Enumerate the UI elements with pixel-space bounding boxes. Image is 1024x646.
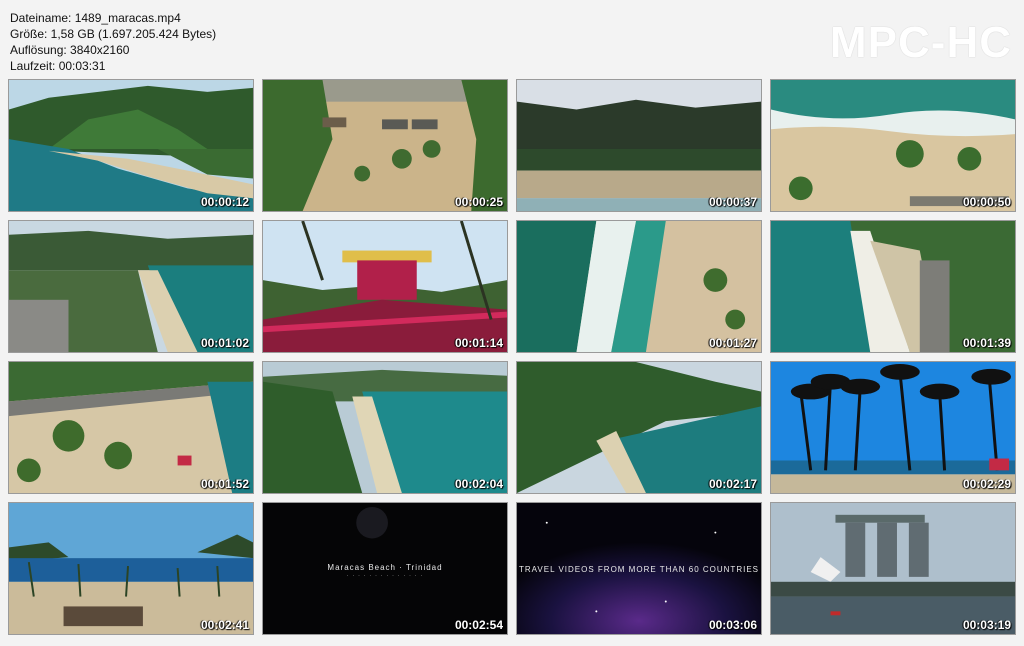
thumbnail-image	[771, 362, 1015, 493]
thumbnail-image	[263, 362, 507, 493]
timestamp: 00:00:50	[962, 195, 1011, 209]
thumbnail-16[interactable]: 00:03:19	[770, 502, 1016, 635]
title-subcaption: · · · · · · · · · · · · · ·	[346, 573, 424, 579]
duration-line: Laufzeit: 00:03:31	[10, 59, 106, 73]
timestamp: 00:03:19	[962, 618, 1011, 632]
thumbnail-image	[263, 80, 507, 211]
thumbnail-6[interactable]: 00:01:14	[262, 220, 508, 353]
thumbnail-3[interactable]: 00:00:37	[516, 79, 762, 212]
thumbnail-image	[517, 362, 761, 493]
timestamp: 00:01:52	[200, 477, 249, 491]
size-line: Größe: 1,58 GB (1.697.205.424 Bytes)	[10, 27, 217, 41]
timestamp: 00:00:37	[708, 195, 757, 209]
thumbnail-image	[263, 221, 507, 352]
file-info: Dateiname: 1489_maracas.mp4 Größe: 1,58 …	[10, 10, 216, 74]
timestamp: 00:02:17	[708, 477, 757, 491]
thumbnail-image	[771, 80, 1015, 211]
thumbnail-8[interactable]: 00:01:39	[770, 220, 1016, 353]
thumbnail-image	[9, 221, 253, 352]
thumbnail-1[interactable]: 00:00:12	[8, 79, 254, 212]
thumbnail-5[interactable]: 00:01:02	[8, 220, 254, 353]
thumbnail-12[interactable]: 00:02:29	[770, 361, 1016, 494]
timestamp: 00:02:54	[454, 618, 503, 632]
timestamp: 00:01:14	[454, 336, 503, 350]
thumbnail-7[interactable]: 00:01:27	[516, 220, 762, 353]
timestamp: 00:01:02	[200, 336, 249, 350]
thumbnail-image	[771, 221, 1015, 352]
thumbnail-image	[9, 362, 253, 493]
title-caption: Maracas Beach · Trinidad	[327, 563, 443, 572]
thumbnail-2[interactable]: 00:00:25	[262, 79, 508, 212]
timestamp: 00:02:29	[962, 477, 1011, 491]
thumbnail-grid: 00:00:12 00:00:25 00:00:37 00:00:50 00:0…	[8, 79, 1018, 639]
timestamp: 00:01:39	[962, 336, 1011, 350]
thumbnail-image	[9, 80, 253, 211]
timestamp: 00:02:04	[454, 477, 503, 491]
timestamp: 00:01:27	[708, 336, 757, 350]
thumbnail-10[interactable]: 00:02:04	[262, 361, 508, 494]
mpc-hc-logo: MPC-HC	[830, 18, 1012, 67]
thumbnail-9[interactable]: 00:01:52	[8, 361, 254, 494]
title-caption: TRAVEL VIDEOS FROM MORE THAN 60 COUNTRIE…	[519, 565, 759, 574]
resolution-line: Auflösung: 3840x2160	[10, 43, 130, 57]
thumbnail-4[interactable]: 00:00:50	[770, 79, 1016, 212]
timestamp: 00:00:25	[454, 195, 503, 209]
thumbnail-image	[9, 503, 253, 634]
filename-line: Dateiname: 1489_maracas.mp4	[10, 11, 181, 25]
thumbnail-image	[517, 80, 761, 211]
thumbnail-13[interactable]: 00:02:41	[8, 502, 254, 635]
thumbnail-11[interactable]: 00:02:17	[516, 361, 762, 494]
thumbnail-image	[771, 503, 1015, 634]
timestamp: 00:03:06	[708, 618, 757, 632]
thumbnail-image	[517, 221, 761, 352]
timestamp: 00:00:12	[200, 195, 249, 209]
thumbnail-15[interactable]: TRAVEL VIDEOS FROM MORE THAN 60 COUNTRIE…	[516, 502, 762, 635]
timestamp: 00:02:41	[200, 618, 249, 632]
thumbnail-14[interactable]: Maracas Beach · Trinidad · · · · · · · ·…	[262, 502, 508, 635]
